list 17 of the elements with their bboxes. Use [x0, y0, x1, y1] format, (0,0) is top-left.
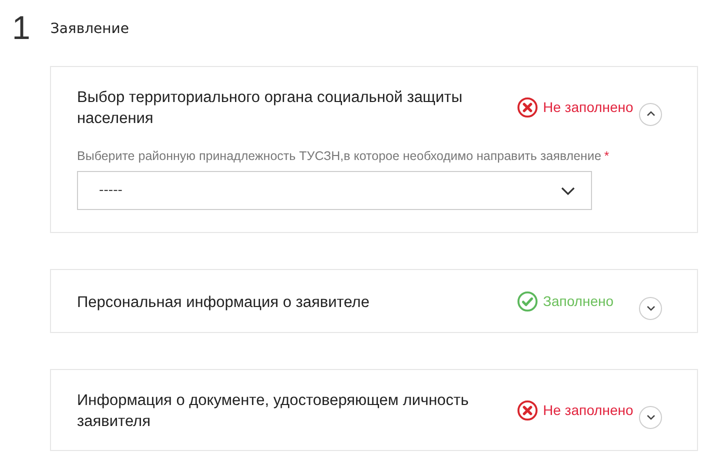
chevron-down-icon [561, 186, 575, 196]
status-label: Не заполнено [543, 99, 634, 115]
expand-button[interactable] [639, 296, 662, 320]
status-label: Не заполнено [543, 402, 634, 418]
section-title: Информация о документе, удостоверяющем личность заявителя [77, 391, 470, 432]
required-mark: * [604, 149, 610, 163]
chevron-down-icon [646, 412, 656, 422]
step-title: Заявление [50, 21, 130, 37]
select-field[interactable]: ----- [77, 171, 592, 210]
expand-button[interactable] [639, 406, 662, 428]
section-title: Выбор территориального органа социальной защиты населения [77, 88, 464, 129]
chevron-down-icon [646, 303, 656, 313]
field-label: Выберите районную принадлежность ТУСЗН,в которое необходимо направить заявление [77, 149, 602, 163]
status-label: Заполнено [543, 293, 614, 309]
step-number: 1 [12, 9, 30, 47]
section-title: Персональная информация о заявителе [77, 292, 370, 312]
collapse-button[interactable] [639, 102, 662, 126]
